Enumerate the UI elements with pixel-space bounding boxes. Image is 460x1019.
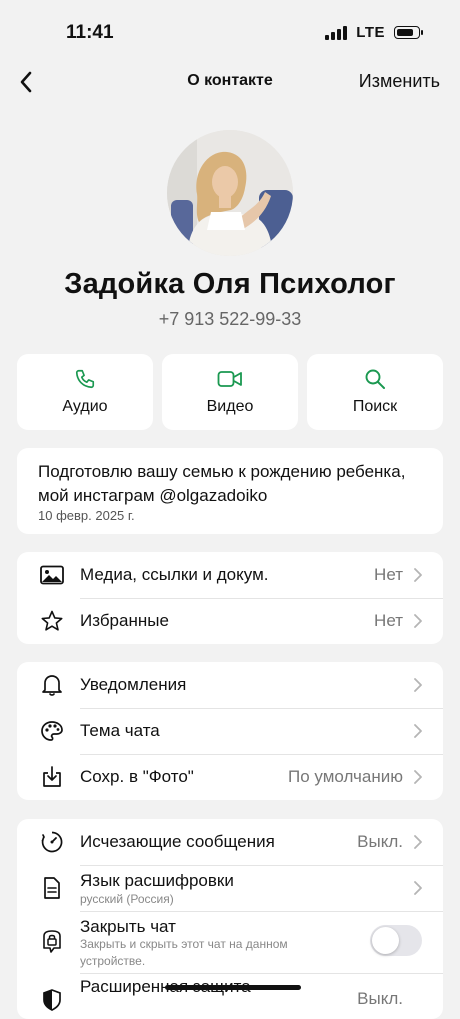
home-indicator[interactable] (165, 985, 301, 990)
starred-label: Избранные (80, 611, 169, 630)
lock-chat-toggle[interactable] (370, 925, 422, 956)
notifications-row[interactable]: Уведомления (17, 662, 443, 708)
save-to-photos-value: По умолчанию (288, 767, 403, 786)
disappearing-messages-row[interactable]: Исчезающие сообщения Выкл. (17, 819, 443, 865)
chat-theme-label: Тема чата (80, 721, 160, 740)
settings-group: Уведомления Тема чата Сохр. в "Фото" По … (17, 662, 443, 800)
document-icon (39, 875, 65, 901)
navigation-bar: О контакте Изменить (0, 64, 460, 100)
save-to-photos-label: Сохр. в "Фото" (80, 767, 194, 786)
battery-level (397, 29, 414, 36)
battery-icon (394, 26, 423, 39)
chevron-right-icon (414, 678, 422, 692)
video-icon (217, 368, 243, 390)
lock-chat-sub-1: Закрыть и скрыть этот чат на данном (80, 937, 288, 951)
starred-row[interactable]: Избранные Нет (17, 598, 443, 644)
lock-chat-label: Закрыть чат (80, 917, 176, 936)
advanced-protection-value: Выкл. (357, 989, 403, 1008)
quick-actions: Аудио Видео Поиск (17, 354, 443, 430)
phone-icon (74, 368, 96, 390)
status-time: 11:41 (66, 22, 114, 43)
disappearing-label: Исчезающие сообщения (80, 832, 275, 851)
about-text: Подготовлю вашу семью к рождению ребенка… (38, 462, 406, 505)
avatar[interactable] (167, 130, 293, 256)
media-label: Медиа, ссылки и докум. (80, 565, 269, 584)
notifications-label: Уведомления (80, 675, 187, 694)
status-bar: 11:41 LTE (0, 0, 460, 64)
media-group: Медиа, ссылки и докум. Нет Избранные Нет (17, 552, 443, 644)
video-label: Видео (206, 398, 254, 415)
contact-phone[interactable]: +7 913 522-99-33 (0, 309, 460, 330)
contact-name: Задойка Оля Психолог (64, 268, 396, 300)
signal-icon (325, 25, 348, 40)
status-indicators: LTE (325, 24, 423, 41)
toggle-knob (372, 927, 399, 954)
chevron-right-icon (414, 568, 422, 582)
video-call-button[interactable]: Видео (162, 354, 298, 430)
transcription-label: Язык расшифровки (80, 871, 234, 890)
search-label: Поиск (352, 398, 398, 415)
star-icon (39, 608, 65, 634)
avatar-photo (167, 130, 293, 256)
media-value: Нет (374, 565, 403, 584)
network-type: LTE (356, 24, 385, 41)
shield-icon (39, 987, 65, 1013)
bell-icon (39, 672, 65, 698)
chat-theme-row[interactable]: Тема чата (17, 708, 443, 754)
download-icon (39, 764, 65, 790)
chevron-right-icon (414, 770, 422, 784)
transcription-sub: русский (Россия) (80, 892, 174, 906)
divider (80, 973, 443, 974)
lock-chat-icon (39, 929, 65, 955)
transcription-language-row[interactable]: Язык расшифровки русский (Россия) (17, 865, 443, 911)
palette-icon (39, 718, 65, 744)
audio-label: Аудио (62, 398, 108, 415)
starred-value: Нет (374, 611, 403, 630)
lock-chat-row: Закрыть чат Закрыть и скрыть этот чат на… (17, 911, 443, 973)
disappearing-value: Выкл. (357, 832, 403, 851)
lock-chat-sub-2: устройстве. (80, 954, 146, 968)
chevron-right-icon (414, 881, 422, 895)
about-card: Подготовлю вашу семью к рождению ребенка… (17, 448, 443, 534)
media-links-docs-row[interactable]: Медиа, ссылки и докум. Нет (17, 552, 443, 598)
edit-button[interactable]: Изменить (359, 71, 440, 92)
chevron-right-icon (414, 614, 422, 628)
audio-call-button[interactable]: Аудио (17, 354, 153, 430)
save-to-photos-row[interactable]: Сохр. в "Фото" По умолчанию (17, 754, 443, 800)
chevron-right-icon (414, 724, 422, 738)
about-date: 10 февр. 2025 г. (38, 508, 135, 523)
search-button[interactable]: Поиск (307, 354, 443, 430)
image-icon (39, 562, 65, 588)
chevron-right-icon (414, 835, 422, 849)
timer-icon (39, 829, 65, 855)
advanced-protection-row[interactable]: Расширенная защита Выкл. (17, 977, 443, 1019)
search-icon (364, 368, 386, 390)
